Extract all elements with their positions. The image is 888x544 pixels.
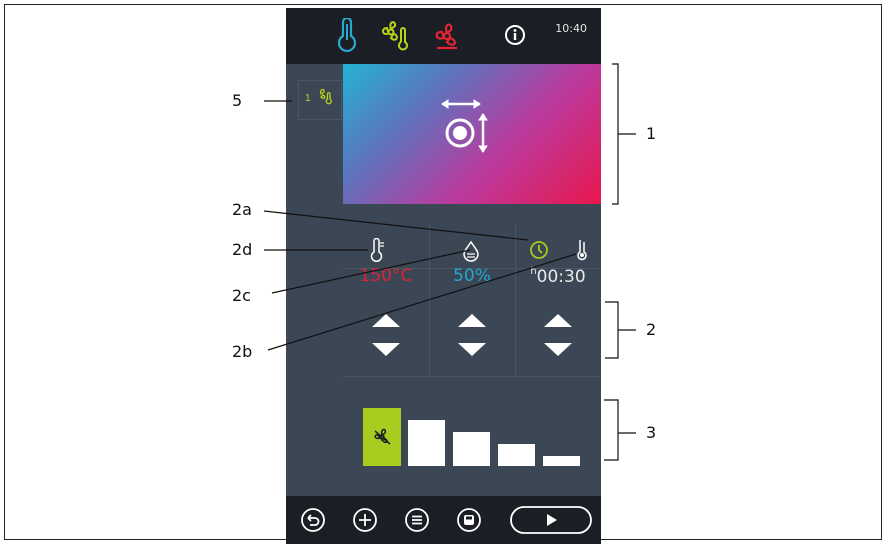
fan-level-1[interactable] xyxy=(363,408,401,466)
droplet-icon[interactable] xyxy=(461,240,481,267)
mode-symbol-icon xyxy=(441,99,488,153)
parameter-adjust-controls xyxy=(343,300,601,377)
callout-2d: 2d xyxy=(232,240,253,259)
callout-5: 5 xyxy=(232,91,243,110)
fan-level-3[interactable] xyxy=(453,432,490,466)
callout-2: 2 xyxy=(646,320,657,339)
program-step-indicator[interactable]: 1 xyxy=(298,80,342,120)
time-value[interactable]: h00:30 xyxy=(515,266,601,287)
humidity-stepper[interactable] xyxy=(457,306,487,363)
callout-2c: 2c xyxy=(232,286,251,305)
fan-level-2[interactable] xyxy=(408,420,445,466)
core-probe-icon[interactable] xyxy=(573,238,591,267)
fan-icon xyxy=(374,428,391,445)
thermometer-icon[interactable] xyxy=(332,16,362,57)
temperature-stepper[interactable] xyxy=(371,306,401,363)
fan-level-5[interactable] xyxy=(543,456,580,466)
oven-control-panel: 10:40 1 150°C 50% h00:30 xyxy=(286,8,601,544)
fan-icon[interactable] xyxy=(430,18,464,57)
humidity-value[interactable]: 50% xyxy=(429,266,515,286)
time-value-text: 00:30 xyxy=(536,267,586,287)
add-icon[interactable] xyxy=(352,507,378,538)
fan-speed-selector xyxy=(361,396,591,466)
menu-icon[interactable] xyxy=(404,507,430,538)
info-icon[interactable] xyxy=(504,24,526,51)
callout-2a: 2a xyxy=(232,200,252,219)
callout-2b: 2b xyxy=(232,342,253,361)
clock-time: 10:40 xyxy=(555,22,587,35)
up-arrow-icon xyxy=(372,314,400,327)
save-icon[interactable] xyxy=(456,507,482,538)
time-stepper[interactable] xyxy=(543,306,573,363)
back-icon[interactable] xyxy=(300,507,326,538)
temperature-value[interactable]: 150°C xyxy=(343,266,429,286)
parameter-values-row: 150°C 50% h00:30 xyxy=(343,266,601,294)
up-arrow-icon xyxy=(458,314,486,327)
bottom-nav-bar xyxy=(286,496,601,544)
mode-display-panel[interactable] xyxy=(343,64,601,204)
parameter-icons-row xyxy=(343,218,601,269)
down-arrow-icon xyxy=(544,343,572,356)
play-icon xyxy=(547,514,557,526)
fan-thermometer-icon xyxy=(315,87,335,110)
callout-1: 1 xyxy=(646,124,657,143)
down-arrow-icon xyxy=(372,343,400,356)
fan-thermometer-icon[interactable] xyxy=(378,18,416,57)
step-number: 1 xyxy=(305,93,311,104)
callout-3: 3 xyxy=(646,423,657,442)
clock-icon[interactable] xyxy=(529,240,549,265)
fan-level-4[interactable] xyxy=(498,444,535,466)
up-arrow-icon xyxy=(544,314,572,327)
down-arrow-icon xyxy=(458,343,486,356)
thermometer-icon[interactable] xyxy=(368,237,386,267)
top-status-bar: 10:40 xyxy=(286,8,601,64)
start-button[interactable] xyxy=(510,506,592,539)
